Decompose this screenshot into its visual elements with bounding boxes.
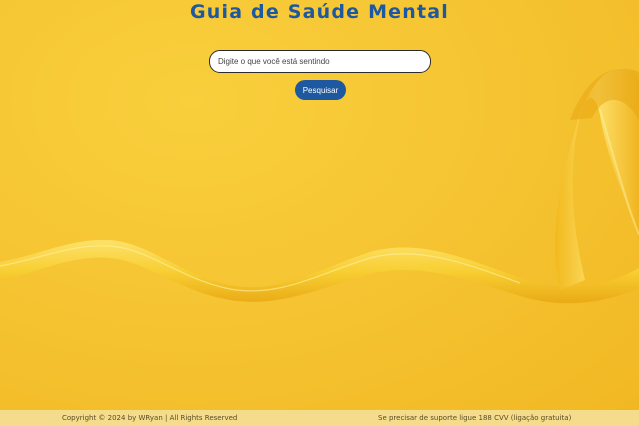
search-button[interactable]: Pesquisar: [295, 80, 346, 100]
search-input[interactable]: [209, 50, 431, 73]
search-box: [209, 49, 431, 73]
footer-copyright: Copyright © 2024 by WRyan | All Rights R…: [62, 414, 238, 422]
footer-support-info: Se precisar de suporte ligue 188 CVV (li…: [378, 414, 572, 422]
page-title: Guia de Saúde Mental: [189, 1, 450, 23]
footer: Copyright © 2024 by WRyan | All Rights R…: [0, 410, 639, 426]
